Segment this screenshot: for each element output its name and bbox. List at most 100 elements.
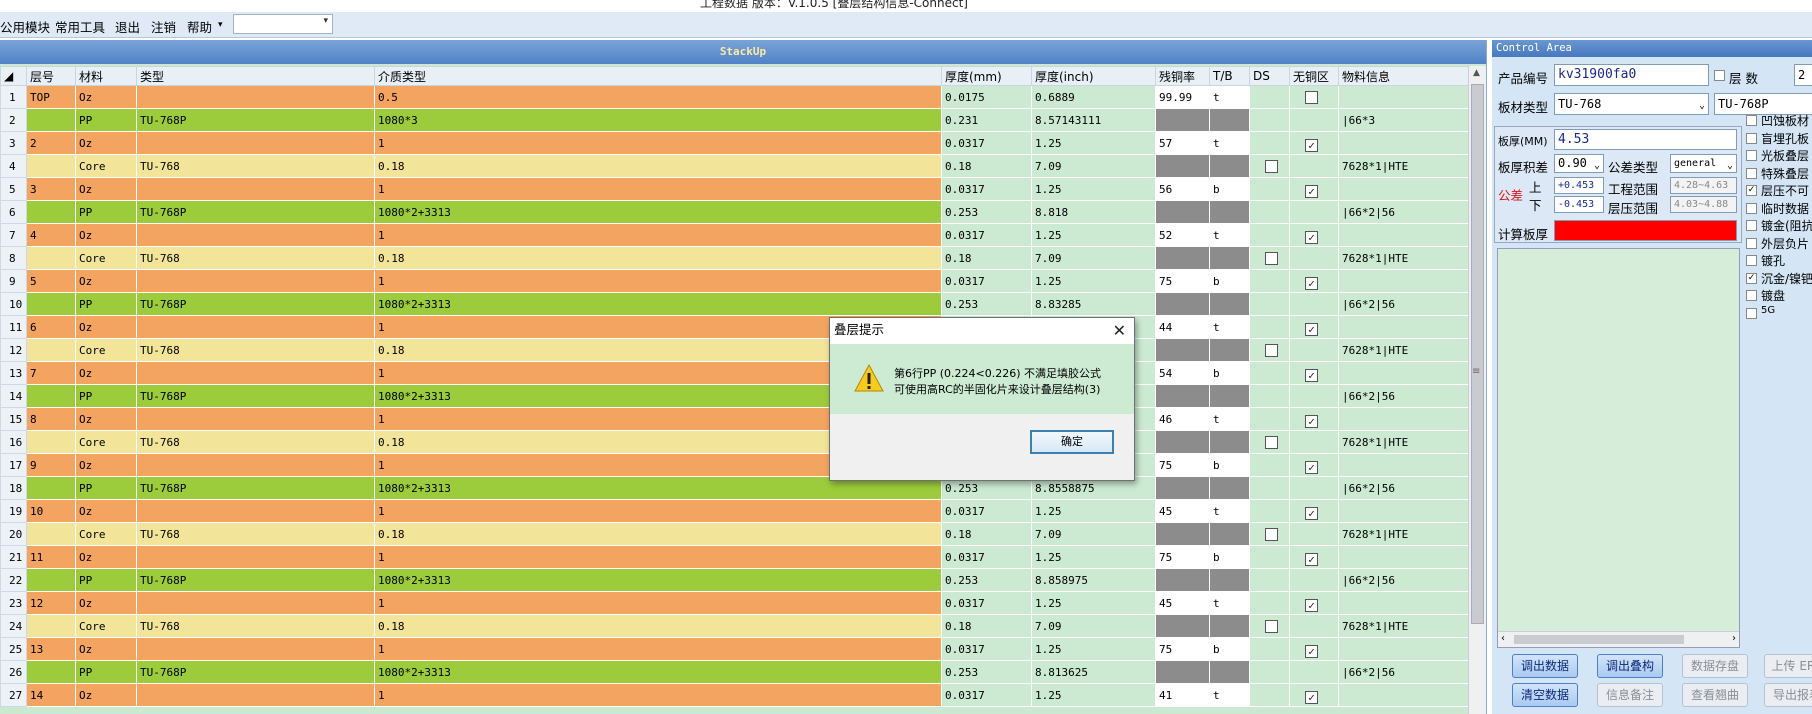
close-icon[interactable]: ✕ <box>1113 319 1126 343</box>
cell-dielectric[interactable]: 0.18 <box>374 522 942 546</box>
cell-layer[interactable]: 2 <box>26 131 76 155</box>
cell-residual-copper[interactable]: 75 <box>1155 453 1210 477</box>
load-data-button[interactable]: 调出数据 <box>1512 654 1578 678</box>
cell-tb[interactable] <box>1209 154 1250 178</box>
cell-tb[interactable]: b <box>1209 453 1250 477</box>
cell-ds[interactable] <box>1249 292 1290 316</box>
cell-tb[interactable] <box>1209 614 1250 638</box>
cell-ds[interactable] <box>1249 200 1290 224</box>
cell-ds[interactable] <box>1249 131 1290 155</box>
cell-no-copper[interactable] <box>1289 522 1339 546</box>
cell-layer[interactable]: 13 <box>26 637 76 661</box>
row-number[interactable]: 10 <box>0 292 27 316</box>
cell-material[interactable]: Core <box>75 522 137 546</box>
cell-tb[interactable]: t <box>1209 499 1250 523</box>
cell-no-copper[interactable]: ✓ <box>1289 453 1339 477</box>
cell-material-info[interactable] <box>1338 683 1468 707</box>
cell-type[interactable]: TU-768 <box>136 614 375 638</box>
cell-no-copper[interactable]: ✓ <box>1289 223 1339 247</box>
option-label[interactable]: 光板叠层 <box>1761 147 1809 164</box>
table-row[interactable]: 16 Core TU-768 0.18 7628*1|HTE <box>0 430 1468 454</box>
cell-material[interactable]: Oz <box>75 637 137 661</box>
control-grid-horizontal-scrollbar[interactable]: ‹ › <box>1498 631 1739 647</box>
row-number[interactable]: 7 <box>0 223 27 247</box>
cell-ds[interactable] <box>1249 315 1290 339</box>
cell-residual-copper[interactable]: 45 <box>1155 499 1210 523</box>
info-note-button[interactable]: 信息备注 <box>1597 683 1663 707</box>
cell-material[interactable]: Oz <box>75 499 137 523</box>
cell-thickness-inch[interactable]: 1.25 <box>1031 499 1156 523</box>
cell-ds[interactable] <box>1249 591 1290 615</box>
cell-layer[interactable] <box>26 246 76 270</box>
cell-layer[interactable]: 5 <box>26 269 76 293</box>
table-row[interactable]: 2 PP TU-768P 1080*3 0.231 8.57143111 |66*3 <box>0 108 1468 132</box>
cell-tb[interactable]: t <box>1209 85 1250 109</box>
cell-residual-copper[interactable] <box>1155 384 1210 408</box>
upper-tolerance-field[interactable]: +0.453 <box>1554 177 1604 194</box>
cell-layer[interactable]: 12 <box>26 591 76 615</box>
cell-thickness-inch[interactable]: 7.09 <box>1031 614 1156 638</box>
cell-layer[interactable] <box>26 614 76 638</box>
cell-layer[interactable] <box>26 200 76 224</box>
cell-material-info[interactable]: |66*2|56 <box>1338 200 1468 224</box>
cell-material[interactable]: Oz <box>75 131 137 155</box>
cell-tb[interactable]: t <box>1209 591 1250 615</box>
no-copper-checkbox-checked[interactable]: ✓ <box>1305 322 1318 336</box>
row-number[interactable]: 20 <box>0 522 27 546</box>
cell-tb[interactable] <box>1209 292 1250 316</box>
scroll-up-arrow-icon[interactable]: ▲ <box>1473 68 1480 78</box>
cell-thickness-mm[interactable]: 0.253 <box>941 200 1032 224</box>
cell-residual-copper[interactable] <box>1155 430 1210 454</box>
thickness-tolerance-select[interactable]: 0.90 ⌄ <box>1554 154 1604 173</box>
scroll-right-arrow-icon[interactable]: › <box>1732 633 1736 644</box>
no-copper-checkbox-checked[interactable]: ✓ <box>1305 552 1318 566</box>
option-label[interactable]: 镀盘 <box>1761 287 1785 304</box>
row-number[interactable]: 22 <box>0 568 27 592</box>
no-copper-checkbox-checked[interactable]: ✓ <box>1305 230 1318 244</box>
cell-thickness-mm[interactable]: 0.231 <box>941 108 1032 132</box>
option-checkbox[interactable]: ✓ <box>1746 272 1757 284</box>
cell-material-info[interactable] <box>1338 453 1468 477</box>
option-label[interactable]: 临时数据 <box>1761 200 1809 217</box>
row-number[interactable]: 19 <box>0 499 27 523</box>
cell-residual-copper[interactable] <box>1155 338 1210 362</box>
cell-layer[interactable] <box>26 338 76 362</box>
cell-tb[interactable] <box>1209 384 1250 408</box>
cell-material[interactable]: Oz <box>75 177 137 201</box>
cell-thickness-mm[interactable]: 0.0317 <box>941 591 1032 615</box>
cell-material[interactable]: Oz <box>75 85 137 109</box>
cell-material-info[interactable]: |66*3 <box>1338 108 1468 132</box>
option-checkbox[interactable] <box>1746 237 1757 249</box>
table-row[interactable]: 17 9 Oz 1 75 b ✓ <box>0 453 1468 477</box>
option-label[interactable]: 凹蚀板材 <box>1761 112 1809 129</box>
cell-material-info[interactable]: |66*2|56 <box>1338 476 1468 500</box>
row-number[interactable]: 12 <box>0 338 27 362</box>
table-row[interactable]: 3 2 Oz 1 0.0317 1.25 57 t ✓ <box>0 131 1468 155</box>
table-row[interactable]: 22 PP TU-768P 1080*2+3313 0.253 8.858975 |66*2… <box>0 568 1468 592</box>
cell-thickness-mm[interactable]: 0.18 <box>941 614 1032 638</box>
row-number[interactable]: 8 <box>0 246 27 270</box>
cell-material[interactable]: Core <box>75 430 137 454</box>
cell-thickness-inch[interactable]: 1.25 <box>1031 177 1156 201</box>
cell-thickness-inch[interactable]: 1.25 <box>1031 269 1156 293</box>
cell-ds[interactable] <box>1249 361 1290 385</box>
no-copper-checkbox-checked[interactable]: ✓ <box>1305 644 1318 658</box>
cell-thickness-mm[interactable]: 0.18 <box>941 522 1032 546</box>
cell-type[interactable] <box>136 591 375 615</box>
cell-no-copper[interactable] <box>1289 200 1339 224</box>
cell-ds[interactable] <box>1249 614 1290 638</box>
table-row[interactable]: 9 5 Oz 1 0.0317 1.25 75 b ✓ <box>0 269 1468 293</box>
cell-no-copper[interactable]: ✓ <box>1289 545 1339 569</box>
option-checkbox[interactable] <box>1746 115 1757 126</box>
option-checkbox[interactable] <box>1746 167 1757 179</box>
cell-material-info[interactable]: |66*2|56 <box>1338 384 1468 408</box>
cell-dielectric[interactable]: 1 <box>374 591 942 615</box>
table-row[interactable]: 23 12 Oz 1 0.0317 1.25 45 t ✓ <box>0 591 1468 615</box>
row-number[interactable]: 4 <box>0 154 27 178</box>
table-row[interactable]: 11 6 Oz 1 44 t ✓ <box>0 315 1468 339</box>
cell-tb[interactable] <box>1209 522 1250 546</box>
cell-type[interactable]: TU-768P <box>136 200 375 224</box>
no-copper-checkbox[interactable] <box>1305 91 1318 104</box>
cell-tb[interactable] <box>1209 246 1250 270</box>
cell-material[interactable]: Oz <box>75 453 137 477</box>
